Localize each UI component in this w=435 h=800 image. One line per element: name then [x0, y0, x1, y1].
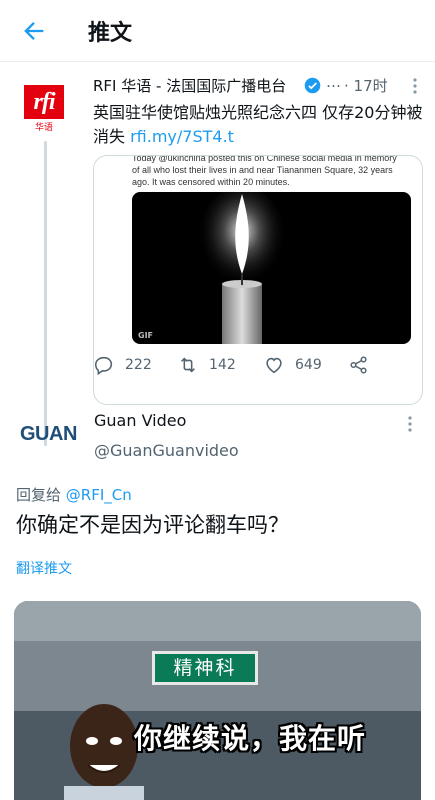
back-arrow-icon[interactable] [20, 17, 48, 45]
guan-logo-text: GUAN [20, 423, 77, 445]
tweet-actions: 222 142 649 [93, 353, 423, 377]
reply-context: 回复给 @RFI_Cn [16, 484, 132, 505]
candle-illustration [197, 192, 287, 344]
quoted-tweet[interactable]: rfi 华语 RFI 华语 - 法国国际广播电台 … · 17时 英国驻华使馆贴… [0, 63, 435, 446]
reply-button[interactable]: 222 [93, 353, 152, 377]
reply-prefix: 回复给 [16, 486, 66, 504]
page-title: 推文 [88, 21, 133, 46]
retweet-count: 142 [209, 357, 236, 373]
reply-icon [94, 356, 113, 376]
reply-target-link[interactable]: @RFI_Cn [66, 486, 132, 504]
share-icon [350, 356, 367, 374]
rfi-logo-text: rfi [24, 85, 64, 119]
truncation-ellipsis: … [326, 73, 341, 91]
author-name[interactable]: RFI 华语 - 法国国际广播电台 [93, 75, 286, 96]
reply-tweet[interactable]: GUAN Guan Video @GuanGuanvideo 回复给 @RFI_… [0, 393, 435, 800]
like-count: 649 [295, 357, 322, 373]
like-button[interactable]: 649 [263, 353, 322, 377]
tweet-text: 你确定不是因为评论翻车吗？ [16, 513, 289, 537]
more-vertical-icon[interactable] [411, 77, 419, 95]
tweet-header: RFI 华语 - 法国国际广播电台 … · 17时 [93, 73, 423, 99]
tweet-text: 英国驻华使馆贴烛光照纪念六四 仅存20分钟被消失 rfi.my/7ST4.t [93, 101, 423, 149]
reply-count: 222 [125, 357, 152, 373]
avatar[interactable]: GUAN [20, 420, 77, 448]
retweet-button[interactable]: 142 [177, 353, 236, 377]
gif-badge: GIF [138, 331, 154, 340]
avatar[interactable]: rfi 华语 [20, 81, 68, 133]
top-bar: 推文 [0, 0, 435, 62]
author-handle[interactable]: @GuanGuanvideo [94, 441, 239, 460]
author-name[interactable]: Guan Video [94, 411, 186, 430]
tweet-time[interactable]: · 17时 [344, 75, 388, 96]
meme-caption: 你继续说，我在听 [134, 722, 367, 755]
like-icon [266, 357, 282, 374]
tweet-link[interactable]: rfi.my/7ST4.t [130, 127, 234, 146]
retweet-icon [181, 357, 195, 373]
verified-icon [304, 77, 321, 94]
media-caption: Today @ukinchina posted this on Chinese … [132, 155, 397, 187]
translate-tweet-link[interactable]: 翻译推文 [16, 558, 72, 578]
rfi-logo-sub: 华语 [34, 123, 53, 133]
sign-board: 精神科 [152, 651, 258, 685]
share-button[interactable] [348, 353, 370, 377]
more-vertical-icon[interactable] [406, 415, 414, 433]
tweet-media[interactable]: 精神科 你继续说，我在听 [14, 601, 421, 800]
candle-image[interactable]: GIF [132, 192, 411, 344]
